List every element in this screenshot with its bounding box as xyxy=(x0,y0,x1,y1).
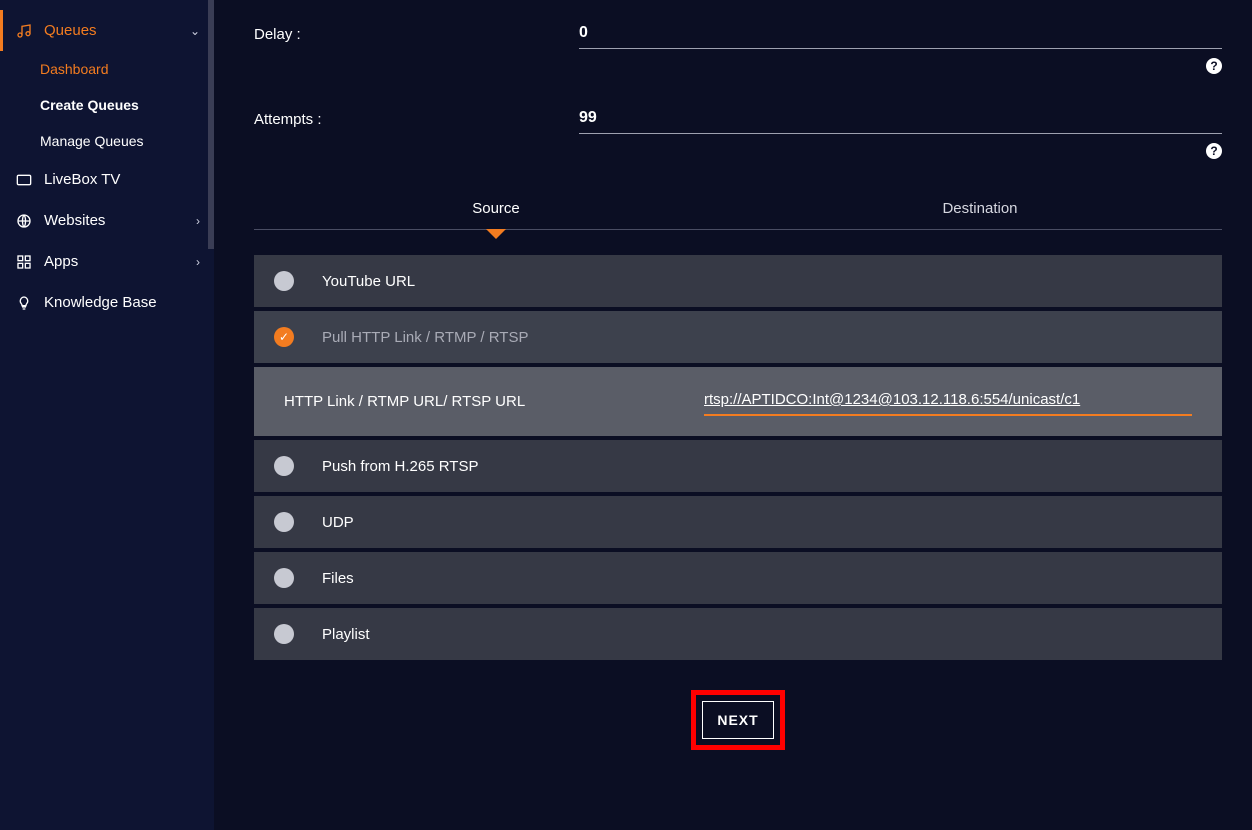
delay-help[interactable]: ? xyxy=(579,57,1222,75)
sidebar-label: Knowledge Base xyxy=(44,294,157,311)
sidebar-item-knowledge[interactable]: Knowledge Base xyxy=(0,282,214,323)
source-label: Push from H.265 RTSP xyxy=(322,458,478,475)
radio-checked-icon: ✓ xyxy=(274,327,294,347)
next-highlight-box: NEXT xyxy=(691,690,784,750)
source-pull-http[interactable]: ✓ Pull HTTP Link / RTMP / RTSP xyxy=(254,311,1222,363)
source-files[interactable]: Files xyxy=(254,552,1222,604)
sidebar-label: Queues xyxy=(44,22,97,39)
chevron-right-icon: › xyxy=(196,255,200,269)
source-push-h265[interactable]: Push from H.265 RTSP xyxy=(254,440,1222,492)
source-pull-detail: HTTP Link / RTMP URL/ RTSP URL xyxy=(254,367,1222,436)
queues-submenu: Dashboard Create Queues Manage Queues xyxy=(0,51,214,159)
delay-input[interactable] xyxy=(579,20,1222,49)
next-button[interactable]: NEXT xyxy=(702,701,773,739)
source-youtube[interactable]: YouTube URL xyxy=(254,255,1222,307)
chevron-right-icon: › xyxy=(196,214,200,228)
help-icon: ? xyxy=(1206,58,1222,74)
radio-unchecked-icon xyxy=(274,271,294,291)
source-udp[interactable]: UDP xyxy=(254,496,1222,548)
sidebar-item-apps[interactable]: Apps › xyxy=(0,241,214,282)
sidebar-label: Apps xyxy=(44,253,78,270)
source-destination-tabs: Source Destination xyxy=(254,190,1222,230)
grid-icon xyxy=(14,254,34,270)
help-icon: ? xyxy=(1206,143,1222,159)
url-label: HTTP Link / RTMP URL/ RTSP URL xyxy=(284,393,704,410)
sidebar-label: LiveBox TV xyxy=(44,171,120,188)
sidebar-item-queues[interactable]: Queues ⌄ xyxy=(0,10,214,51)
attempts-input[interactable] xyxy=(579,105,1222,134)
delay-label: Delay : xyxy=(254,20,579,43)
attempts-help[interactable]: ? xyxy=(579,142,1222,160)
source-label: Playlist xyxy=(322,626,370,643)
sidebar-item-liveboxtv[interactable]: LiveBox TV xyxy=(0,159,214,200)
radio-unchecked-icon xyxy=(274,512,294,532)
source-list: YouTube URL ✓ Pull HTTP Link / RTMP / RT… xyxy=(254,255,1222,660)
tab-source[interactable]: Source xyxy=(254,190,738,229)
radio-unchecked-icon xyxy=(274,568,294,588)
sidebar: Queues ⌄ Dashboard Create Queues Manage … xyxy=(0,0,214,830)
attempts-row: Attempts : ? xyxy=(254,105,1222,160)
radio-unchecked-icon xyxy=(274,456,294,476)
sidebar-label: Websites xyxy=(44,212,105,229)
radio-unchecked-icon xyxy=(274,624,294,644)
next-container: NEXT xyxy=(254,690,1222,750)
bulb-icon xyxy=(14,295,34,311)
music-icon xyxy=(14,23,34,39)
source-playlist[interactable]: Playlist xyxy=(254,608,1222,660)
attempts-label: Attempts : xyxy=(254,105,579,128)
sidebar-item-websites[interactable]: Websites › xyxy=(0,200,214,241)
sidebar-item-dashboard[interactable]: Dashboard xyxy=(40,51,214,87)
source-label: UDP xyxy=(322,514,354,531)
sidebar-item-manage-queues[interactable]: Manage Queues xyxy=(40,123,214,159)
source-label: YouTube URL xyxy=(322,273,415,290)
delay-row: Delay : ? xyxy=(254,20,1222,75)
tab-destination[interactable]: Destination xyxy=(738,190,1222,229)
source-label: Files xyxy=(322,570,354,587)
url-input[interactable] xyxy=(704,387,1192,416)
sidebar-item-create-queues[interactable]: Create Queues xyxy=(40,87,214,123)
source-label: Pull HTTP Link / RTMP / RTSP xyxy=(322,329,528,346)
tv-icon xyxy=(14,172,34,188)
chevron-down-icon: ⌄ xyxy=(190,24,200,38)
globe-icon xyxy=(14,213,34,229)
main-content: Delay : ? Attempts : ? Source Destinatio… xyxy=(214,0,1252,830)
